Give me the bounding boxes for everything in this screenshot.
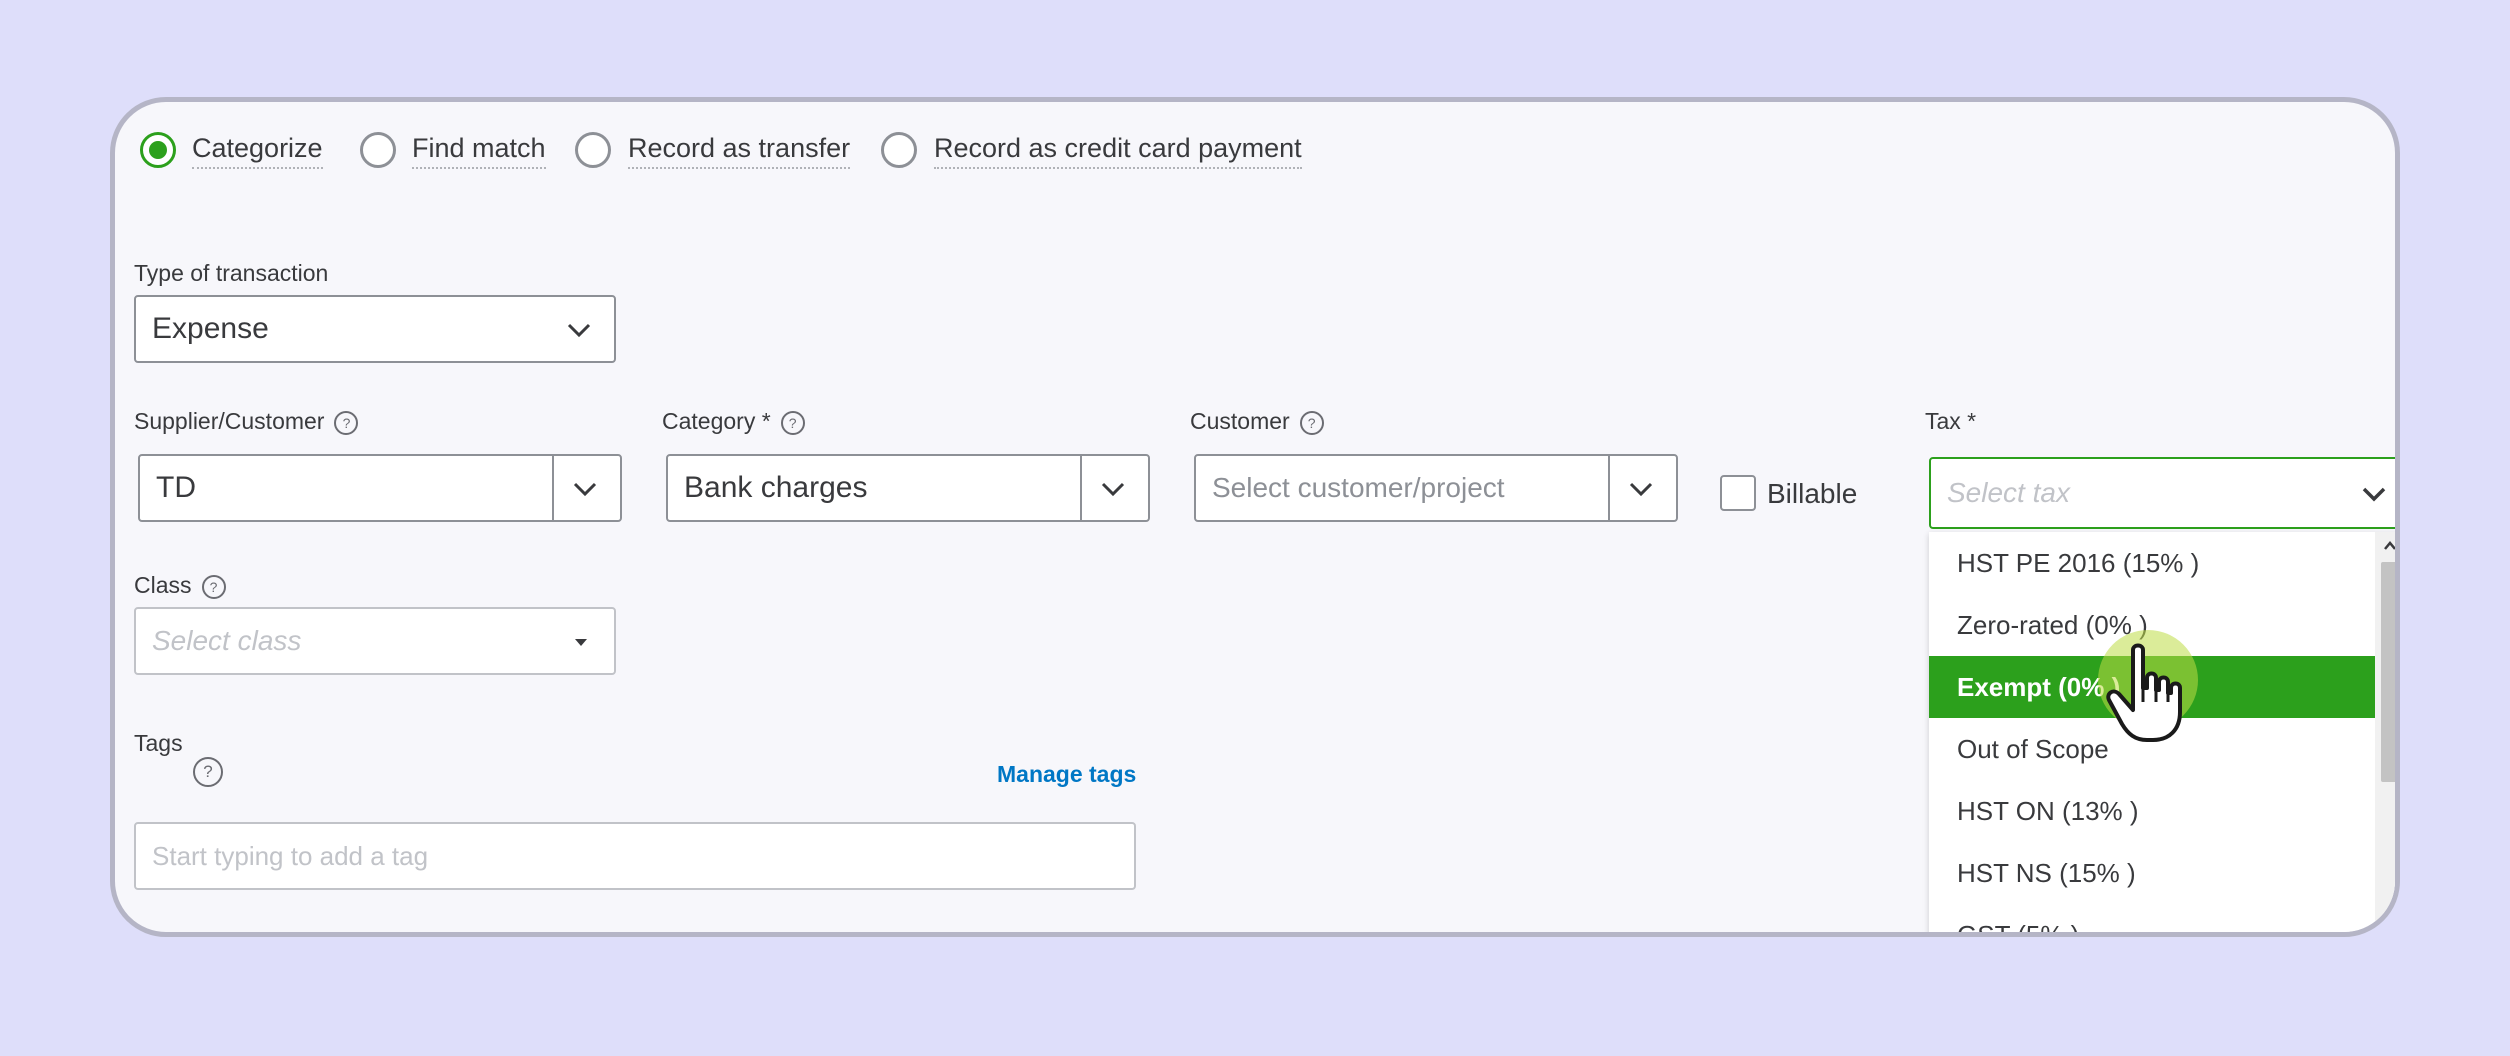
supplier-label: Supplier/Customer? [134, 408, 359, 435]
radio-record-cc-payment[interactable] [881, 132, 917, 168]
scroll-up-icon[interactable] [2382, 538, 2398, 554]
type-of-transaction-label: Type of transaction [134, 260, 329, 286]
transaction-panel: Categorize Find match Record as transfer… [110, 97, 2400, 937]
radio-categorize-label[interactable]: Categorize [192, 133, 323, 169]
category-label-text: Category * [662, 408, 771, 434]
tax-select[interactable]: Select tax [1929, 457, 2395, 529]
customer-placeholder: Select customer/project [1212, 472, 1505, 503]
tax-option[interactable]: GST (5% ) [1929, 904, 2375, 932]
dropdown-scrollbar[interactable] [2375, 532, 2398, 932]
radio-categorize[interactable] [140, 132, 176, 168]
tax-label: Tax * [1925, 408, 1977, 434]
radio-find-match-label[interactable]: Find match [412, 133, 546, 169]
category-value: Bank charges [684, 471, 868, 504]
billable-checkbox[interactable] [1720, 475, 1756, 511]
radio-record-transfer[interactable] [575, 132, 611, 168]
category-label: Category *? [662, 408, 805, 435]
tags-label: Tags [134, 730, 183, 756]
tax-placeholder: Select tax [1947, 477, 2070, 508]
tags-input[interactable]: Start typing to add a tag [134, 822, 1136, 890]
radio-record-transfer-label[interactable]: Record as transfer [628, 133, 851, 169]
tax-option[interactable]: HST ON (13% ) [1929, 780, 2375, 842]
customer-divider [1608, 456, 1610, 520]
supplier-label-text: Supplier/Customer [134, 408, 325, 434]
radio-find-match[interactable] [360, 132, 396, 168]
hand-cursor-icon [2106, 643, 2182, 742]
chevron-down-icon[interactable] [2359, 479, 2389, 509]
type-of-transaction-value: Expense [152, 312, 269, 345]
help-icon[interactable]: ? [193, 757, 223, 787]
chevron-down-icon[interactable] [570, 474, 600, 504]
customer-label-text: Customer [1190, 408, 1290, 434]
tags-placeholder: Start typing to add a tag [152, 841, 429, 871]
class-select[interactable]: Select class [134, 607, 616, 675]
billable-label[interactable]: Billable [1767, 478, 1857, 510]
radio-record-cc-payment-label[interactable]: Record as credit card payment [934, 133, 1302, 169]
supplier-divider [552, 456, 554, 520]
supplier-value: TD [156, 471, 196, 504]
help-icon[interactable]: ? [201, 574, 226, 599]
class-placeholder: Select class [152, 625, 302, 656]
customer-label: Customer? [1190, 408, 1324, 435]
category-combobox[interactable]: Bank charges [666, 454, 1150, 522]
customer-combobox[interactable]: Select customer/project [1194, 454, 1678, 522]
chevron-down-icon[interactable] [1626, 474, 1656, 504]
type-of-transaction-select[interactable]: Expense [134, 295, 616, 363]
help-icon[interactable]: ? [334, 410, 359, 435]
scrollbar-thumb[interactable] [2381, 562, 2395, 782]
supplier-combobox[interactable]: TD [138, 454, 622, 522]
chevron-down-icon [567, 323, 591, 338]
help-icon[interactable]: ? [780, 410, 805, 435]
class-label-text: Class [134, 572, 192, 598]
help-icon[interactable]: ? [1299, 410, 1324, 435]
tax-option[interactable]: HST PE 2016 (15% ) [1929, 532, 2375, 594]
class-label: Class? [134, 572, 226, 599]
chevron-down-icon[interactable] [1098, 474, 1128, 504]
category-divider [1080, 456, 1082, 520]
tax-option[interactable]: HST NS (15% ) [1929, 842, 2375, 904]
caret-down-icon [575, 639, 587, 646]
manage-tags-link[interactable]: Manage tags [997, 761, 1136, 788]
